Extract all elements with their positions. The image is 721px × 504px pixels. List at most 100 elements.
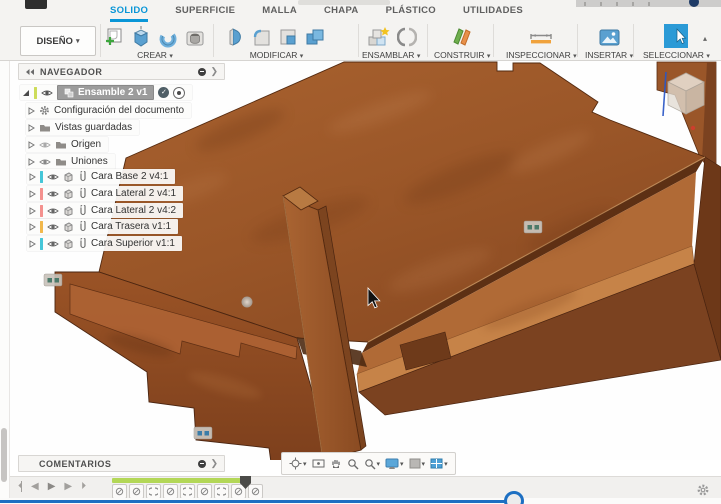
group-inspeccionar-label[interactable]: INSPECCIONAR ▾ [506, 50, 577, 60]
panel-expand-icon[interactable]: ❯ [210, 458, 218, 469]
collapsed-triangle-icon[interactable] [29, 172, 36, 181]
group-modificar-label[interactable]: MODIFICAR ▾ [250, 50, 304, 60]
pan-icon[interactable] [330, 458, 342, 470]
group-crear-label[interactable]: CREAR ▾ [137, 50, 173, 60]
cloud-status-icon[interactable]: ✓ [158, 87, 170, 98]
tree-row-saved-views[interactable]: Vistas guardadas [26, 120, 140, 135]
look-at-icon[interactable] [312, 458, 325, 469]
collapsed-triangle-icon[interactable] [28, 123, 35, 132]
scrollbar-thumb[interactable] [1, 428, 7, 482]
joint-icon[interactable] [396, 26, 417, 48]
fillet-icon[interactable] [251, 27, 273, 48]
grid-settings-icon[interactable]: ▾ [409, 458, 425, 469]
tab-malla[interactable]: MALLA [262, 5, 297, 22]
shell-icon[interactable] [278, 27, 299, 48]
revolve-icon[interactable] [157, 28, 179, 48]
collapsed-triangle-icon[interactable] [28, 140, 35, 149]
timeline-op-joint-icon[interactable] [180, 484, 195, 499]
hole-icon[interactable] [184, 28, 206, 48]
expand-triangle-icon[interactable] [22, 89, 30, 97]
tree-row-root[interactable]: Ensamble 2 v1 ✓ [20, 85, 193, 100]
timeline-op-body-icon[interactable] [248, 484, 263, 499]
activate-component-radio[interactable] [173, 86, 186, 99]
display-settings-icon[interactable]: ▾ [385, 458, 404, 470]
player-settings-gear-icon[interactable] [696, 483, 710, 502]
go-to-start-button[interactable]: ⏴ [18, 481, 23, 492]
insert-image-icon[interactable] [598, 28, 621, 48]
eye-icon[interactable] [47, 190, 59, 198]
joint-glyph-badge[interactable] [523, 220, 543, 234]
timeline-op-body-icon[interactable] [112, 484, 127, 499]
joint-glyph-badge[interactable] [43, 273, 63, 287]
joint-glyph-badge[interactable] [193, 426, 213, 440]
eye-icon[interactable] [47, 223, 59, 231]
timeline-op-joint-icon[interactable] [146, 484, 161, 499]
panel-expand-icon[interactable]: ❯ [210, 66, 218, 77]
eye-icon[interactable] [47, 207, 59, 215]
timeline-op-body-icon[interactable] [163, 484, 178, 499]
select-cursor-icon[interactable] [664, 24, 689, 48]
panel-options-icon[interactable] [198, 67, 207, 76]
new-component-icon[interactable] [366, 25, 392, 48]
eye-icon[interactable] [47, 173, 59, 181]
tree-row-doc-settings[interactable]: Configuración del documento [26, 103, 192, 118]
timeline-green-bar[interactable] [112, 478, 248, 483]
tree-row-cara-trasera[interactable]: Cara Trasera v1:1 [27, 219, 179, 234]
viewports-icon[interactable]: ▾ [430, 458, 448, 469]
tree-row-origin[interactable]: Origen [26, 137, 109, 152]
tab-chapa[interactable]: CHAPA [324, 5, 359, 22]
navigator-header[interactable]: NAVEGADOR ❯ [18, 63, 225, 80]
group-ensamblar-label[interactable]: ENSAMBLAR ▾ [362, 50, 420, 60]
tree-row-cara-lateral-1[interactable]: Cara Lateral 2 v4:1 [27, 186, 184, 201]
timeline-op-joint-icon[interactable] [214, 484, 229, 499]
press-pull-icon[interactable] [226, 26, 246, 48]
collapsed-triangle-icon[interactable] [29, 222, 36, 231]
root-component-pill[interactable]: Ensamble 2 v1 [57, 85, 155, 100]
collapsed-triangle-icon[interactable] [29, 189, 36, 198]
eye-icon[interactable] [39, 141, 51, 149]
create-sketch-icon[interactable] [104, 27, 125, 48]
eye-icon[interactable] [41, 89, 53, 97]
group-insertar-label[interactable]: INSERTAR ▾ [585, 50, 633, 60]
extrude-icon[interactable] [130, 25, 152, 48]
joint-origin-sphere[interactable] [241, 296, 253, 308]
comments-panel-header[interactable]: COMENTARIOS ❯ [18, 455, 225, 472]
collapsed-triangle-icon[interactable] [29, 239, 36, 248]
timeline-op-body-icon[interactable] [197, 484, 212, 499]
play-button[interactable]: ▶ [48, 481, 56, 492]
panel-options-icon[interactable] [198, 459, 207, 468]
design-menu-button[interactable]: DISEÑO ▾ [20, 26, 96, 56]
tree-row-cara-lateral-2[interactable]: Cara Lateral 2 v4:2 [27, 203, 184, 218]
collapsed-triangle-icon[interactable] [29, 206, 36, 215]
group-seleccionar-label[interactable]: SELECCIONAR ▾ [643, 50, 710, 60]
fit-icon[interactable]: ▾ [364, 458, 380, 470]
go-to-end-button[interactable]: ⏵ [81, 481, 86, 492]
tab-superficie[interactable]: SUPERFICIE [175, 5, 235, 22]
tree-row-cara-base[interactable]: Cara Base 2 v4:1 [27, 169, 176, 184]
video-progress-knob[interactable] [504, 491, 524, 504]
construction-plane-icon[interactable] [450, 25, 474, 48]
timeline-op-body-icon[interactable] [129, 484, 144, 499]
tree-row-cara-superior[interactable]: Cara Superior v1:1 [27, 236, 182, 251]
tree-item-label: Origen [71, 139, 102, 150]
eye-icon[interactable] [39, 158, 51, 166]
body-icon [64, 206, 73, 216]
tab-solido[interactable]: SOLIDO [110, 5, 149, 22]
tree-item-label: Cara Superior v1:1 [91, 238, 175, 249]
group-construir-label[interactable]: CONSTRUIR ▾ [434, 50, 490, 60]
combine-icon[interactable] [304, 26, 327, 48]
measure-icon[interactable] [527, 30, 555, 48]
step-back-button[interactable]: ◀ [31, 481, 39, 492]
tab-utilidades[interactable]: UTILIDADES [463, 5, 523, 22]
step-forward-button[interactable]: ▶ [64, 481, 72, 492]
collapsed-triangle-icon[interactable] [28, 106, 35, 115]
collapsed-triangle-icon[interactable] [28, 157, 35, 166]
ribbon-overflow-icon[interactable]: ▴ [703, 34, 707, 43]
orbit-icon[interactable]: ▾ [289, 457, 307, 470]
eye-icon[interactable] [47, 240, 59, 248]
tree-row-joints[interactable]: Uniones [26, 154, 115, 169]
collapse-panel-icon[interactable] [25, 68, 35, 76]
video-progress-bar[interactable] [0, 500, 513, 503]
zoom-icon[interactable] [347, 458, 359, 470]
tab-plastico[interactable]: PLÁSTICO [386, 5, 436, 22]
